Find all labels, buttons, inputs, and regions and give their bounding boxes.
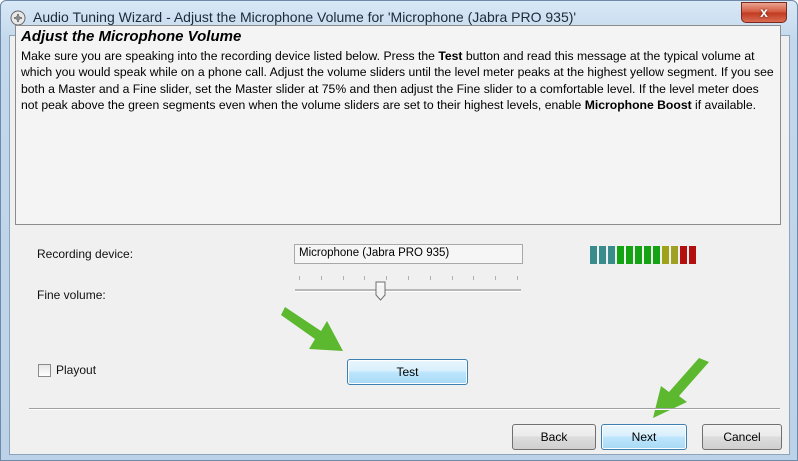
- level-meter-segment: [635, 246, 642, 264]
- level-meter-segment: [662, 246, 669, 264]
- playout-label: Playout: [56, 363, 97, 377]
- instructions-text: Make sure you are speaking into the reco…: [21, 48, 776, 113]
- fine-volume-slider-thumb[interactable]: [375, 281, 386, 301]
- page-heading: Adjust the Microphone Volume: [21, 28, 242, 45]
- green-arrow-to-test-icon: [281, 307, 343, 351]
- test-button[interactable]: Test: [347, 359, 468, 385]
- slider-tick: [473, 276, 475, 280]
- slider-tick: [342, 276, 344, 280]
- level-meter-segment: [680, 246, 687, 264]
- playout-checkbox[interactable]: [38, 364, 51, 377]
- level-meter-segment: [590, 246, 597, 264]
- green-arrow-to-next-icon: [653, 358, 709, 418]
- slider-tick: [495, 276, 497, 280]
- slider-tick: [429, 276, 431, 280]
- level-meter-segment: [671, 246, 678, 264]
- instructions-panel: Adjust the Microphone Volume Make sure y…: [15, 25, 781, 225]
- instructions-part-1: Make sure you are speaking into the reco…: [21, 49, 439, 63]
- level-meter-segment: [653, 246, 660, 264]
- level-meter-segment: [626, 246, 633, 264]
- slider-tick: [299, 276, 300, 280]
- slider-tick: [320, 276, 322, 280]
- slider-tick: [451, 276, 453, 280]
- level-meter-segment: [608, 246, 615, 264]
- fine-volume-label: Fine volume:: [37, 288, 106, 302]
- back-button[interactable]: Back: [512, 424, 596, 450]
- level-meter: [590, 246, 696, 264]
- recording-device-label: Recording device:: [37, 247, 134, 261]
- level-meter-segment: [689, 246, 696, 264]
- recording-device-field: Microphone (Jabra PRO 935): [294, 244, 523, 264]
- level-meter-segment: [599, 246, 606, 264]
- cancel-button[interactable]: Cancel: [702, 424, 782, 450]
- footer-divider: [29, 408, 780, 410]
- instructions-boost-bold: Microphone Boost: [584, 97, 692, 112]
- close-icon: x: [760, 4, 768, 20]
- slider-tick: [408, 276, 409, 280]
- fine-volume-slider-track[interactable]: [295, 289, 521, 292]
- next-button[interactable]: Next: [601, 424, 687, 450]
- instructions-test-bold: Test: [438, 49, 463, 63]
- instructions-part-3: if available.: [691, 97, 757, 112]
- window-title: Audio Tuning Wizard - Adjust the Microph…: [33, 9, 577, 25]
- slider-tick: [364, 276, 366, 280]
- slider-tick: [386, 276, 388, 280]
- audio-tuning-wizard-window: Audio Tuning Wizard - Adjust the Microph…: [0, 0, 798, 461]
- slider-tick: [517, 276, 518, 280]
- level-meter-segment: [617, 246, 624, 264]
- level-meter-segment: [644, 246, 651, 264]
- close-button[interactable]: x: [741, 2, 787, 23]
